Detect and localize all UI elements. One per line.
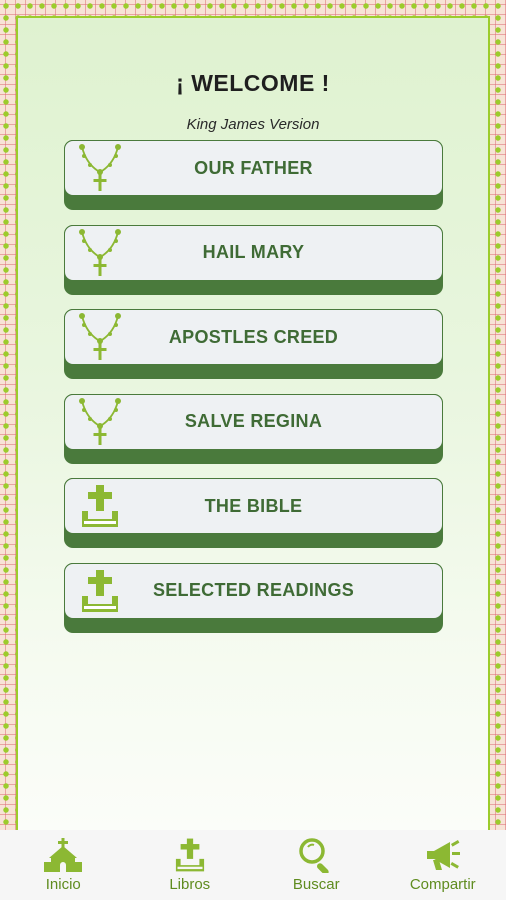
bible-cross-icon <box>174 837 206 873</box>
menu-label: HAIL MARY <box>202 242 305 262</box>
bottom-navigation: Inicio Libros Buscar Compartir <box>0 830 506 900</box>
menu-label: OUR FATHER <box>194 157 313 178</box>
menu-label: SELECTED READINGS <box>152 580 355 600</box>
selected-readings-button[interactable]: SELECTED READINGS <box>64 562 443 633</box>
menu-label: THE BIBLE <box>204 495 303 516</box>
bible-cross-icon <box>65 563 135 619</box>
bible-cross-icon <box>65 478 135 534</box>
rosary-icon <box>65 309 135 365</box>
rosary-icon <box>65 225 135 281</box>
welcome-title: ¡ WELCOME ! <box>176 70 330 96</box>
nav-label: Compartir <box>409 876 476 893</box>
salve-regina-button[interactable]: SALVE REGINA <box>64 393 443 464</box>
menu-list: OUR FATHER HAIL MARY APOSTLES CREED SALV… <box>64 140 443 647</box>
nav-libros[interactable]: Libros <box>127 830 254 900</box>
nav-inicio[interactable]: Inicio <box>0 830 127 900</box>
apostles-creed-button[interactable]: APOSTLES CREED <box>64 309 443 379</box>
the-bible-button[interactable]: THE BIBLE <box>64 478 443 548</box>
our-father-button[interactable]: OUR FATHER <box>64 140 443 210</box>
hail-mary-button[interactable]: HAIL MARY <box>64 224 443 295</box>
nav-label: Inicio <box>45 876 81 893</box>
nav-label: Libros <box>169 876 211 893</box>
search-icon <box>298 837 334 873</box>
menu-label: SALVE REGINA <box>184 411 323 431</box>
menu-label: APOSTLES CREED <box>168 326 339 347</box>
version-subtitle: King James Version <box>186 116 320 133</box>
nav-label: Buscar <box>292 876 340 893</box>
decorative-border: ¡ WELCOME ! King James Version OUR FATHE… <box>0 0 506 830</box>
nav-compartir[interactable]: Compartir <box>380 830 506 900</box>
rosary-icon <box>65 394 135 450</box>
megaphone-icon <box>424 837 462 873</box>
nav-buscar[interactable]: Buscar <box>253 830 380 900</box>
rosary-icon <box>65 140 135 196</box>
church-icon <box>44 837 83 873</box>
